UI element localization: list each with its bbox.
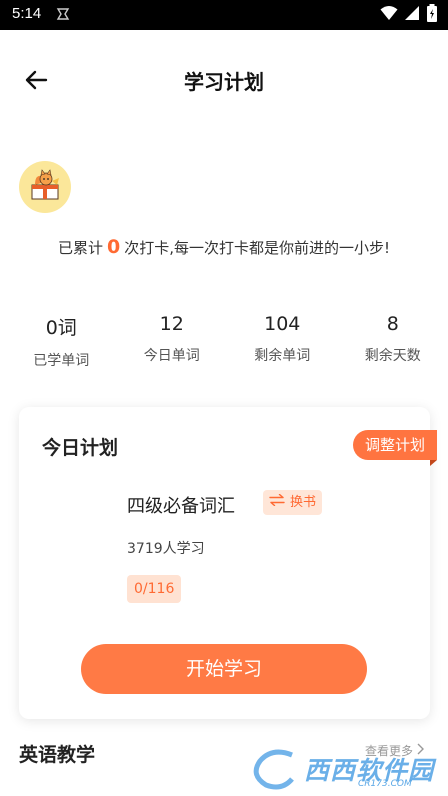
start-learning-button[interactable]: 开始学习 bbox=[81, 644, 367, 694]
notification-icon bbox=[56, 7, 70, 21]
page-title: 学习计划 bbox=[184, 70, 264, 94]
stat-value: 0词 bbox=[45, 317, 77, 339]
swap-icon bbox=[269, 490, 285, 515]
plan-title: 今日计划 bbox=[42, 437, 119, 459]
stat-remaining-words: 104 剩余单词 bbox=[227, 313, 338, 370]
status-time: 5:14 bbox=[12, 5, 42, 22]
today-plan-card: 今日计划 调整计划 四级必备词汇 换书 3719人学习 0/116 开始学习 bbox=[19, 407, 438, 719]
stat-label: 今日单词 bbox=[143, 348, 200, 364]
battery-icon bbox=[426, 4, 438, 26]
section-title: 英语教学 bbox=[19, 744, 96, 766]
checkin-suffix: 次打卡,每一次打卡都是你前进的一小步! bbox=[124, 239, 391, 257]
watermark-subtext: CR173.COM bbox=[358, 779, 412, 789]
treasure-box-icon bbox=[31, 169, 59, 200]
book-name: 四级必备词汇 bbox=[127, 496, 235, 517]
stat-value: 8 bbox=[386, 313, 399, 335]
stat-remaining-days: 8 剩余天数 bbox=[338, 313, 448, 370]
view-more-link[interactable]: 查看更多 bbox=[365, 742, 424, 759]
stat-today-words: 12 今日单词 bbox=[117, 313, 228, 370]
avatar[interactable] bbox=[19, 161, 71, 213]
status-icons bbox=[380, 4, 438, 26]
stats-row: 0词 已学单词 12 今日单词 104 剩余单词 8 剩余天数 bbox=[0, 313, 448, 370]
wifi-icon bbox=[380, 5, 398, 25]
chevron-right-icon bbox=[417, 743, 424, 758]
cellular-icon bbox=[404, 5, 420, 25]
swap-book-button[interactable]: 换书 bbox=[263, 490, 323, 515]
stat-label: 已学单词 bbox=[33, 353, 90, 369]
checkin-count: 0 bbox=[106, 236, 121, 258]
stat-learned-words: 0词 已学单词 bbox=[6, 313, 117, 370]
stat-value: 104 bbox=[264, 313, 301, 335]
watermark-swirl-icon bbox=[253, 749, 294, 790]
stat-label: 剩余天数 bbox=[364, 348, 421, 364]
adjust-plan-button[interactable]: 调整计划 bbox=[352, 430, 438, 466]
stat-label: 剩余单词 bbox=[254, 348, 311, 364]
status-bar: 5:14 bbox=[0, 0, 448, 30]
progress-badge: 0/116 bbox=[127, 575, 182, 603]
checkin-message: 已累计 0 次打卡,每一次打卡都是你前进的一小步! bbox=[0, 236, 448, 258]
swap-book-label: 换书 bbox=[290, 495, 317, 510]
checkin-prefix: 已累计 bbox=[57, 239, 103, 257]
learner-count: 3719人学习 bbox=[127, 541, 205, 557]
view-more-label: 查看更多 bbox=[364, 744, 413, 758]
stat-value: 12 bbox=[159, 313, 184, 335]
